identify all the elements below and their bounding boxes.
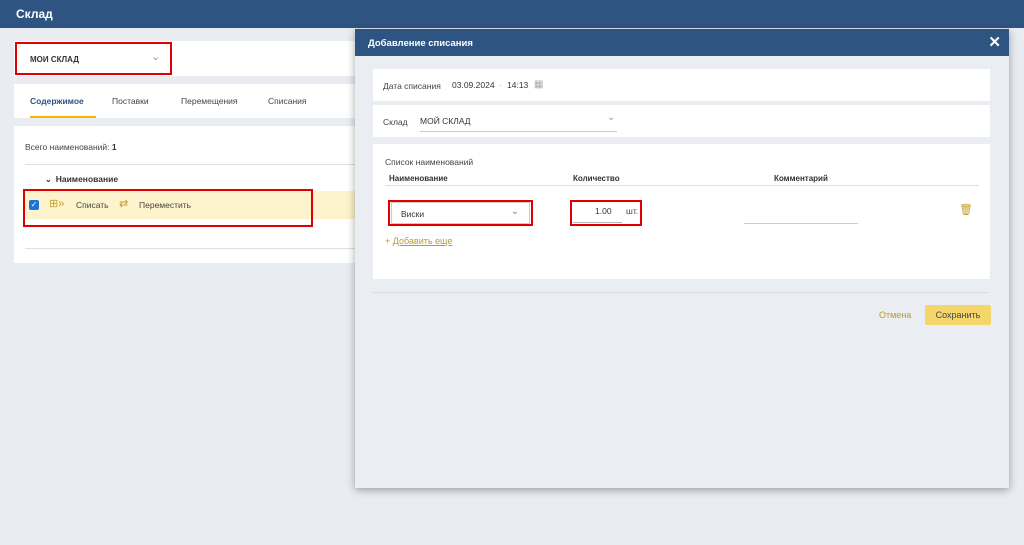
warehouse-select-value[interactable]: МОЙ СКЛАД xyxy=(420,116,471,126)
chevron-down-icon[interactable]: ⌄ xyxy=(607,112,615,123)
total-items-value: 1 xyxy=(111,142,117,152)
app-title: Склад xyxy=(16,7,53,21)
cancel-button[interactable]: Отмена xyxy=(879,310,911,320)
tab-transfers[interactable]: Перемещения xyxy=(181,96,238,106)
add-more-label: Добавить еще xyxy=(392,236,453,246)
tabs-bar: Содержимое Поставки Перемещения Списания xyxy=(14,84,405,118)
tab-contents[interactable]: Содержимое xyxy=(30,96,84,106)
save-button[interactable]: Сохранить xyxy=(925,305,991,325)
trash-icon[interactable]: 🗑 xyxy=(959,203,973,216)
modal-title: Добавление списания xyxy=(368,38,473,49)
date-separator: · xyxy=(499,80,502,90)
divider xyxy=(25,248,405,249)
top-bar: Склад xyxy=(0,0,1024,28)
items-table-header: Наименование Количество Комментарий xyxy=(373,164,990,189)
highlight-warehouse-selector xyxy=(15,42,172,75)
highlight-quantity xyxy=(570,200,642,226)
chevron-down-icon: ⌄ xyxy=(45,175,52,184)
modal-header: Добавление списания ✕ xyxy=(355,29,1009,56)
highlight-actions-row xyxy=(23,189,313,227)
comment-input[interactable] xyxy=(744,223,858,224)
column-header-name[interactable]: ⌄ Наименование xyxy=(45,174,118,184)
total-items-label: Всего наименований: xyxy=(25,142,110,152)
warehouse-label: Склад xyxy=(383,117,408,127)
plus-icon: + xyxy=(385,236,391,246)
warehouse-card: Склад МОЙ СКЛАД ⌄ xyxy=(373,105,990,137)
column-comment-header: Комментарий xyxy=(774,174,828,183)
time-value[interactable]: 14:13 xyxy=(507,80,528,90)
tab-write-offs[interactable]: Списания xyxy=(268,96,307,106)
select-underline xyxy=(420,131,617,132)
divider xyxy=(25,164,405,165)
date-value[interactable]: 03.09.2024 xyxy=(452,80,495,90)
total-items: Всего наименований: 1 xyxy=(25,142,117,152)
tab-deliveries[interactable]: Поставки xyxy=(112,96,149,106)
column-header-label: Наименование xyxy=(55,174,119,184)
add-more-link[interactable]: + Добавить еще xyxy=(385,236,452,246)
calendar-icon[interactable]: ▦ xyxy=(534,79,543,90)
column-name-header: Наименование xyxy=(389,174,448,183)
divider xyxy=(385,185,979,186)
date-card: Дата списания 03.09.2024 · 14:13 ▦ xyxy=(373,69,990,101)
highlight-item-select xyxy=(388,200,533,226)
active-tab-indicator xyxy=(30,116,96,118)
divider xyxy=(373,292,989,293)
write-off-modal: Добавление списания ✕ Дата списания 03.0… xyxy=(355,29,1009,488)
column-quantity-header: Количество xyxy=(573,174,620,183)
date-label: Дата списания xyxy=(383,81,441,91)
close-icon[interactable]: ✕ xyxy=(988,33,1001,51)
